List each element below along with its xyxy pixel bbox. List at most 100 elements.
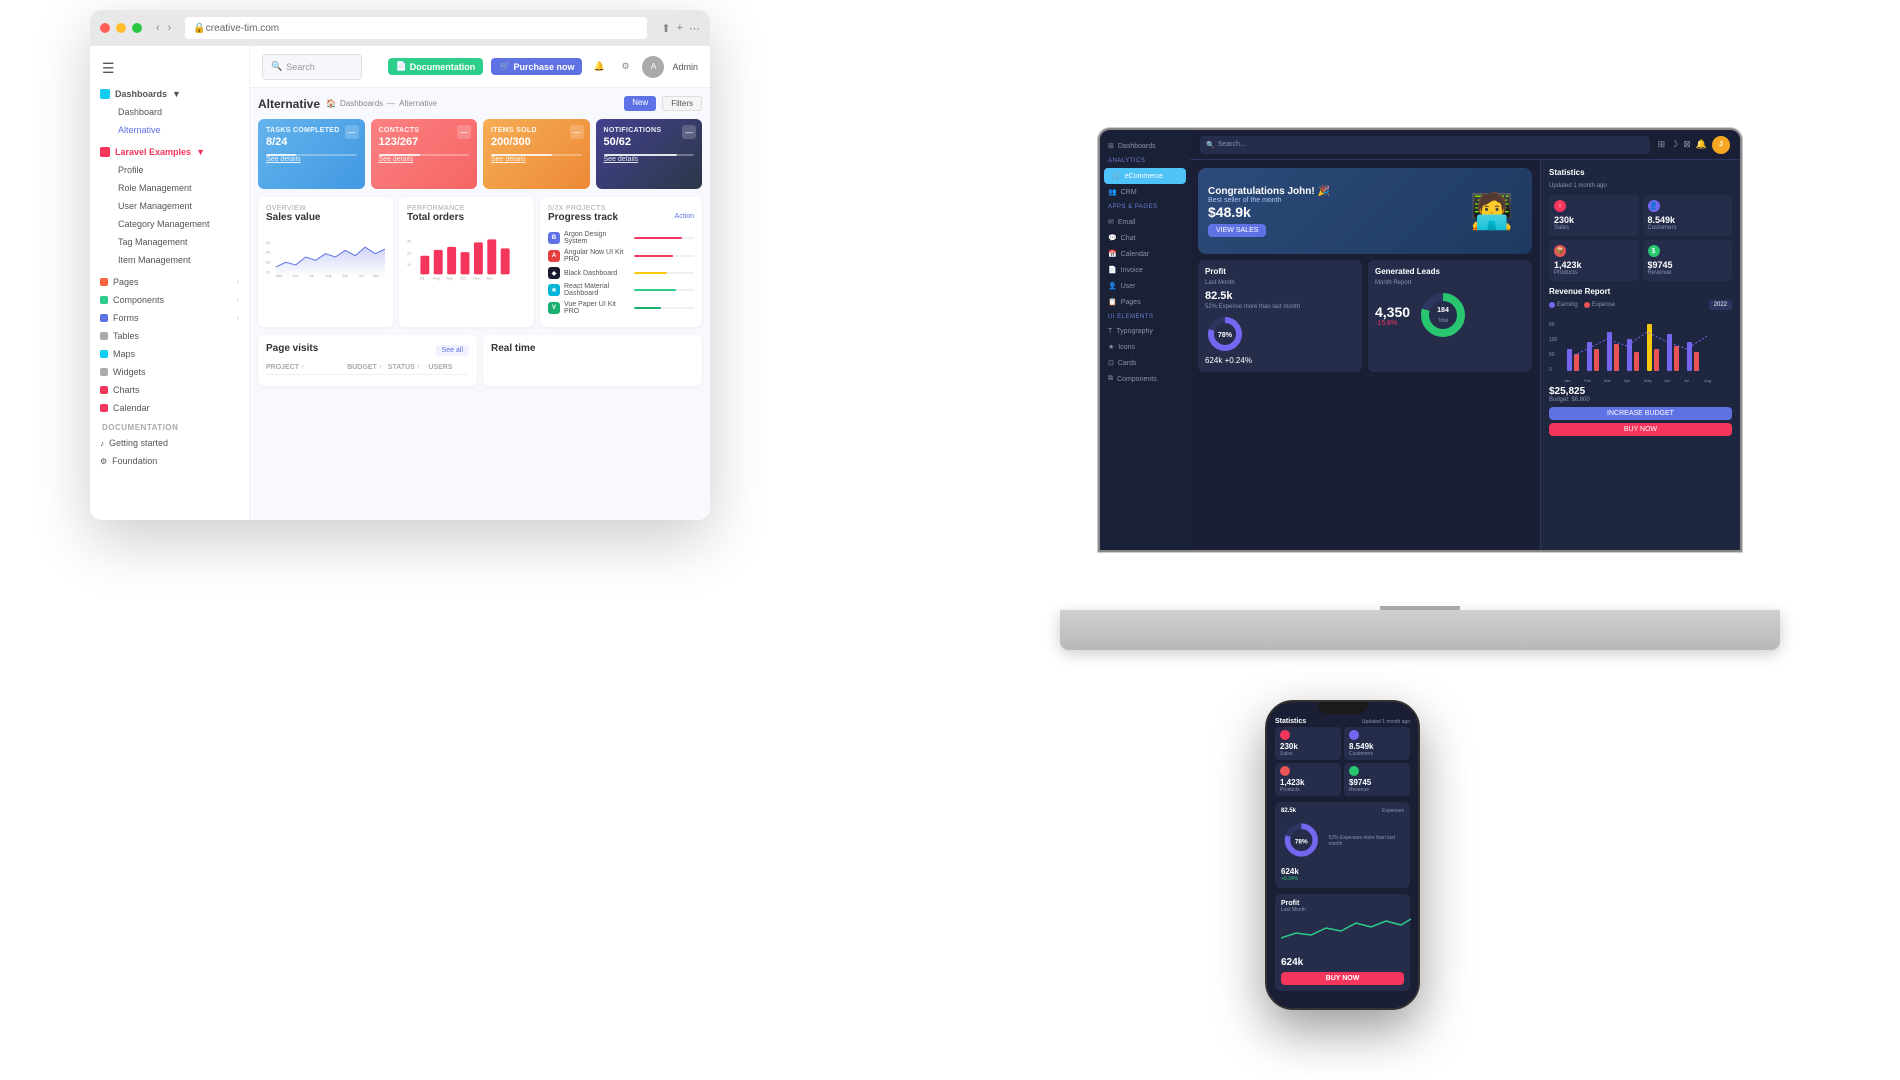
users-icon: 👤 [1649,202,1658,210]
filters-button[interactable]: Filters [662,96,702,111]
calendar-icon [100,404,108,412]
l-sidebar-pages[interactable]: 📋 Pages [1100,294,1190,310]
stat-card-contacts: — Contacts 123/267 See details [371,119,478,189]
l-theme-icon[interactable]: ☽ [1670,139,1678,150]
l-sidebar-email[interactable]: ✉ Email [1100,214,1190,230]
typo-icon: T [1108,328,1112,335]
progress-bar-fill-4 [634,289,676,291]
laptop-icons: ⊞ ☽ ⊠ 🔔 J [1658,136,1730,154]
maximize-dot[interactable] [132,23,142,33]
congrats-content: Congratulations John! 🎉 Best seller of t… [1208,186,1454,237]
sidebar-item-pages[interactable]: Pages › [90,273,249,291]
sidebar-item-role[interactable]: Role Management [110,179,249,197]
close-dot[interactable] [100,23,110,33]
search-placeholder: Search [286,62,315,72]
settings-icon[interactable]: ⚙ [616,58,634,76]
l-sidebar-calendar[interactable]: 📅 Calendar [1100,246,1190,262]
laptop-avatar[interactable]: J [1712,136,1730,154]
sidebar-item-tables[interactable]: Tables [90,327,249,345]
phone-revenue-icon [1349,766,1359,776]
share-icon[interactable]: ⬆ [661,22,670,35]
r-stat-sales: ↑ 230k Sales [1549,195,1639,236]
lock-icon: 🔒 [193,23,205,34]
sidebar-item-item[interactable]: Item Management [110,251,249,269]
l-sidebar-user[interactable]: 👤 User [1100,278,1190,294]
revenue-budget: Budget: $6,800 [1549,397,1732,403]
sidebar-item-tag[interactable]: Tag Management [110,233,249,251]
back-icon[interactable]: ‹ [156,22,160,34]
l-sidebar-ecommerce[interactable]: 🛒 eCommerce [1104,168,1186,184]
maps-icon [100,350,108,358]
l-sidebar-components[interactable]: ⧉ Components [1100,371,1190,387]
sidebar-item-charts[interactable]: Charts [90,381,249,399]
avatar[interactable]: A [642,56,664,78]
orders-chart-card: Performance Total orders 30 20 10 [399,197,534,327]
pages-chevron-icon: › [237,279,239,286]
sidebar-item-forms[interactable]: Forms › [90,309,249,327]
l-sidebar-invoice[interactable]: 📄 Invoice [1100,262,1190,278]
svg-text:78%: 78% [1218,332,1233,339]
laravel-icon [100,147,110,157]
hamburger-icon[interactable]: ☰ [90,56,249,85]
svg-text:40: 40 [266,250,271,255]
profit-total: 624k +0.24% [1205,356,1355,365]
minimize-dot[interactable] [116,23,126,33]
l-search-icon: 🔍 [1206,141,1215,149]
forward-icon[interactable]: › [168,22,172,34]
new-button[interactable]: New [624,96,656,111]
add-tab-icon[interactable]: + [677,22,683,35]
sidebar-item-laravel[interactable]: Laravel Examples ▼ [90,143,249,161]
phone-stat-customers: 8.549k Customers [1344,727,1410,760]
bottom-row: Page visits See all Project ↑ Budget ↑ S… [258,335,702,386]
progress-list: B Argon Design System A Angular Now UI K… [548,231,694,315]
laptop-search[interactable]: 🔍 Search... [1200,136,1650,154]
svg-text:Oct: Oct [359,274,364,278]
l-sidebar-cards[interactable]: ⊡ Cards [1100,355,1190,371]
sidebar-item-getting-started[interactable]: ♪ Getting started [90,434,249,452]
svg-text:Nov: Nov [473,277,480,281]
l-grid-icon[interactable]: ⊠ [1683,139,1691,150]
sidebar-item-maps[interactable]: Maps [90,345,249,363]
tables-icon [100,332,108,340]
sidebar-item-user[interactable]: User Management [110,197,249,215]
l-sidebar-crm[interactable]: 👥 CRM [1100,184,1190,200]
view-sales-button[interactable]: VIEW SALES [1208,224,1266,237]
increase-budget-button[interactable]: INCREASE BUDGET [1549,407,1732,420]
svg-text:Jul: Jul [420,277,425,281]
l-sidebar-chat[interactable]: 💬 Chat [1100,230,1190,246]
l-sidebar-typography[interactable]: T Typography [1100,324,1190,339]
sidebar: ☰ Dashboards ▼ Dashboard Alternative [90,46,250,520]
list-item: ◆ Black Dashboard [548,267,694,279]
address-bar[interactable]: 🔒 creative-tim.com [185,17,647,39]
phone-buy-now-button[interactable]: BUY NOW [1281,972,1404,985]
action-button[interactable]: Action [675,213,694,220]
sidebar-item-components[interactable]: Components › [90,291,249,309]
breadcrumb-left: Alternative 🏠 Dashboards — Alternative [258,97,437,111]
sidebar-item-category[interactable]: Category Management [110,215,249,233]
r-stat-row: ↑ 230k Sales 👤 8.549k [1549,195,1732,281]
l-sidebar-dashboards[interactable]: ⊞ Dashboards [1100,138,1190,154]
more-icon[interactable]: ⋯ [689,22,700,35]
sidebar-item-foundation[interactable]: ⚙ Foundation [90,452,249,470]
sidebar-item-calendar[interactable]: Calendar [90,399,249,417]
l-bell-icon[interactable]: 🔔 [1696,139,1707,150]
laptop-topbar: 🔍 Search... ⊞ ☽ ⊠ 🔔 J [1190,130,1740,160]
sidebar-item-widgets[interactable]: Widgets [90,363,249,381]
grid-icon: ⊞ [1108,142,1114,150]
year-selector[interactable]: 2022 [1709,300,1732,310]
l-sidebar-icons[interactable]: ★ Icons [1100,339,1190,355]
documentation-button[interactable]: 📄 Documentation [388,58,484,75]
buy-now-button[interactable]: BUY NOW [1549,423,1732,436]
crm-icon: 👥 [1108,188,1117,196]
character-illustration: 🧑‍💻 [1462,176,1522,246]
see-all-button[interactable]: See all [436,345,469,356]
sidebar-item-alternative[interactable]: Alternative [110,121,249,139]
main-content: Alternative 🏠 Dashboards — Alternative N… [250,88,710,520]
sidebar-item-dashboard[interactable]: Dashboard [110,103,249,121]
sidebar-item-dashboards[interactable]: Dashboards ▼ [90,85,249,103]
l-translate-icon[interactable]: ⊞ [1658,139,1666,150]
search-box[interactable]: 🔍 Search [262,54,362,80]
purchase-button[interactable]: 🛒 Purchase now [491,58,582,75]
sidebar-item-profile[interactable]: Profile [110,161,249,179]
notifications-icon[interactable]: 🔔 [590,58,608,76]
